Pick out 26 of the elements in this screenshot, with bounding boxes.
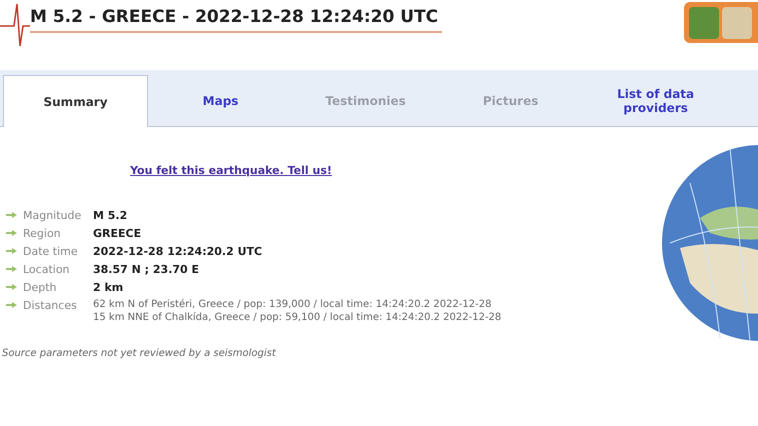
arrow-icon xyxy=(6,266,17,272)
arrow-icon xyxy=(6,230,17,236)
field-value: GREECE xyxy=(93,226,142,240)
review-note: Source parameters not yet reviewed by a seismologist xyxy=(2,346,277,360)
field-label: Depth xyxy=(23,280,57,294)
field-label: Region xyxy=(23,226,61,240)
arrow-icon xyxy=(6,302,17,308)
field-label: Location xyxy=(23,262,70,276)
field-value: 62 km N of Peristéri, Greece / pop: 139,000 / local time: 14:24:20.2 2022-12-28 xyxy=(93,298,492,310)
field-label: Magnitude xyxy=(23,208,82,222)
arrow-icon xyxy=(6,212,17,218)
tab[interactable]: List of data providers xyxy=(583,75,728,127)
field-value: 38.57 N ; 23.70 E xyxy=(93,262,200,276)
field-value: 2022-12-28 12:24:20.2 UTC xyxy=(93,244,262,258)
app-badge-icon[interactable] xyxy=(684,2,758,43)
arrow-icon xyxy=(6,284,17,290)
tab[interactable]: Maps xyxy=(148,75,294,127)
field-value: M 5.2 xyxy=(93,208,128,222)
field-label: Date time xyxy=(23,244,78,258)
arrow-icon xyxy=(6,248,17,254)
field-value: 15 km NNE of Chalkída, Greece / pop: 59,100 / local time: 14:24:20.2 2022-12-28 xyxy=(93,310,502,324)
field-label: Distances xyxy=(23,298,77,312)
field-value: 2 km xyxy=(93,280,124,294)
felt-report-link[interactable]: You felt this earthquake. Tell us! xyxy=(130,163,332,180)
page-title: M 5.2 - GREECE - 2022-12-28 12:24:20 UTC xyxy=(30,5,442,32)
tab[interactable]: Summary xyxy=(3,75,148,127)
